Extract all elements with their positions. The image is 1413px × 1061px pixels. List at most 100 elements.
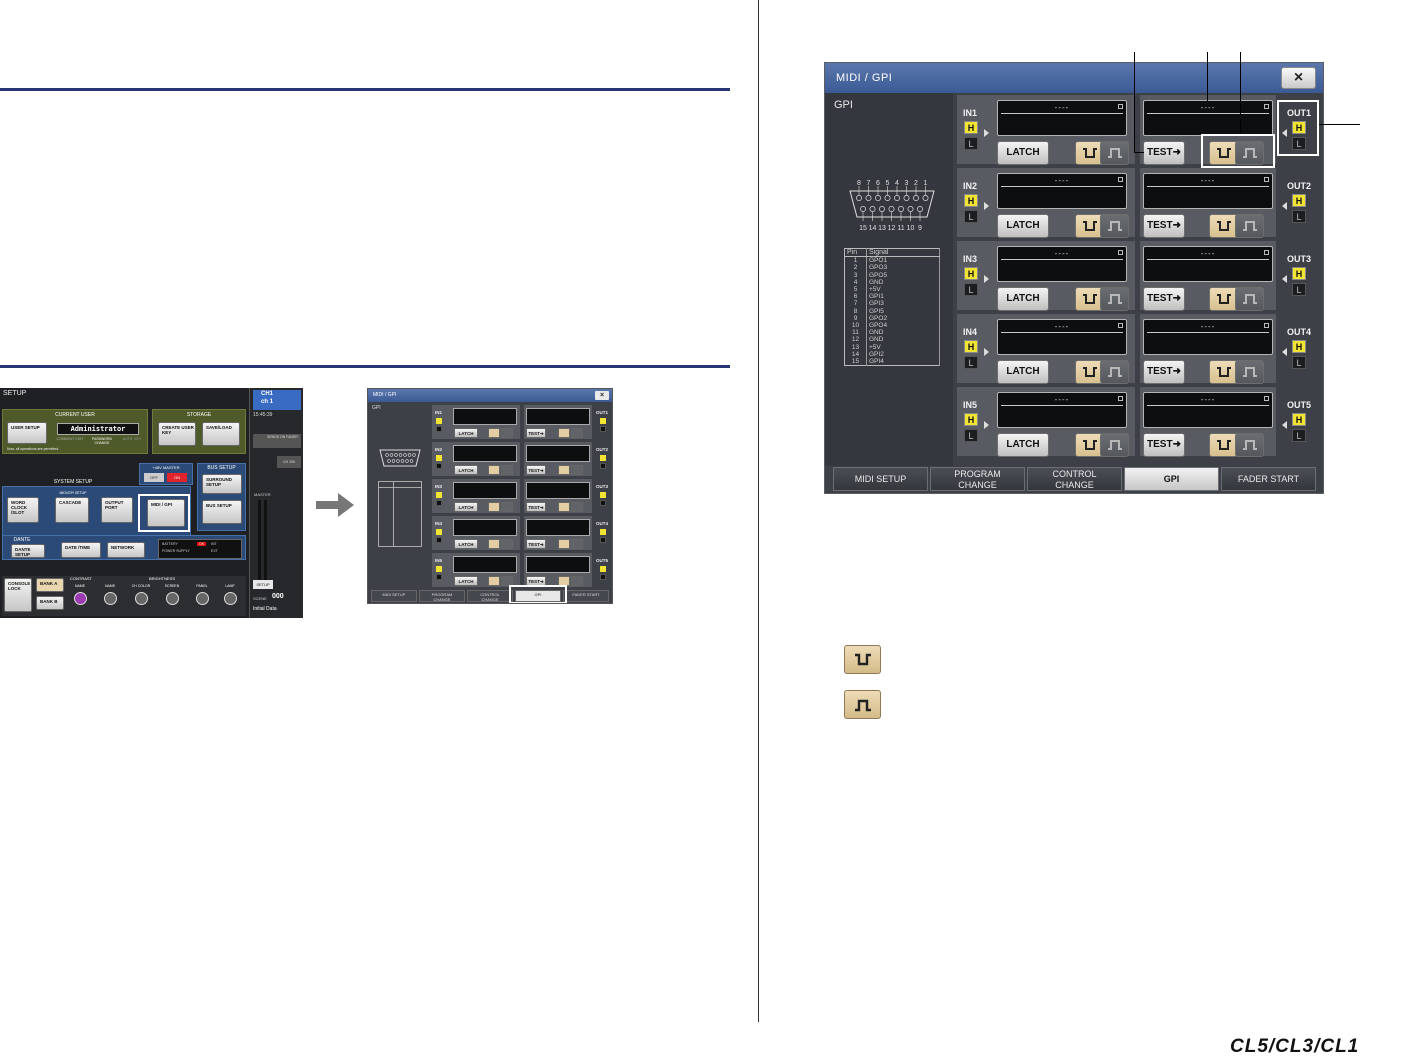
- network-button[interactable]: NETWORK: [107, 542, 145, 558]
- polarity-low-button-icon[interactable]: [1209, 433, 1238, 457]
- latch-button[interactable]: LATCH: [997, 214, 1049, 238]
- password-change-button[interactable]: PASSWORD CHANGE: [87, 437, 117, 445]
- current-user-name: Administrator: [57, 423, 139, 435]
- screen-knob[interactable]: [166, 592, 179, 605]
- bank-b-button[interactable]: BANK B: [36, 596, 64, 610]
- phantom-off-button[interactable]: OFF: [144, 473, 164, 482]
- edit-corner-icon: [1264, 250, 1269, 255]
- test-button[interactable]: TEST➜: [1143, 287, 1185, 311]
- latch-button[interactable]: LATCH: [997, 141, 1049, 165]
- tab-midi-setup[interactable]: MIDI SETUP: [833, 467, 928, 491]
- connector-pin-hole: [860, 206, 866, 212]
- product-logo: CL5/CL3/CL1: [1230, 1036, 1360, 1057]
- pin-table-row: 7 GPI3: [844, 300, 940, 308]
- in-name-field[interactable]: ----: [997, 392, 1127, 428]
- name-brightness-knob[interactable]: [104, 592, 117, 605]
- polarity-high-button-icon[interactable]: [1235, 433, 1264, 457]
- mini-latch-button: LATCH: [454, 576, 478, 586]
- polarity-low-button-icon[interactable]: [1209, 214, 1238, 238]
- system-setup-label: SYSTEM SETUP: [53, 479, 93, 485]
- polarity-low-button-icon[interactable]: [1209, 287, 1238, 311]
- mini-in-name: [453, 556, 517, 573]
- polarity-high-button-icon[interactable]: [1100, 433, 1129, 457]
- polarity-high-button-icon[interactable]: [1235, 214, 1264, 238]
- surround-setup-button[interactable]: SURROUND SETUP: [202, 474, 242, 494]
- bus-setup-button[interactable]: BUS SETUP: [202, 500, 242, 524]
- out-name-field[interactable]: ----: [1143, 392, 1273, 428]
- play-left-icon: [1282, 421, 1287, 429]
- pin-number: 14: [844, 350, 867, 359]
- ch-color-knob[interactable]: [135, 592, 148, 605]
- test-button[interactable]: TEST➜: [1143, 141, 1185, 165]
- latch-button[interactable]: LATCH: [997, 287, 1049, 311]
- polarity-high-button-icon[interactable]: [1100, 287, 1129, 311]
- name-underline: [1001, 186, 1123, 187]
- polarity-high-button-icon[interactable]: [1235, 287, 1264, 311]
- dante-setup-button[interactable]: DANTE SETUP: [11, 544, 45, 558]
- mini-polarity-on-icon: [558, 465, 570, 475]
- date-time-button[interactable]: DATE /TIME: [61, 542, 101, 558]
- mini-out-high: [600, 492, 606, 498]
- in-name-field[interactable]: ----: [997, 319, 1127, 355]
- tab-program[interactable]: PROGRAM CHANGE: [930, 467, 1025, 491]
- tab-control[interactable]: CONTROL CHANGE: [1027, 467, 1122, 491]
- in-high-indicator: H: [964, 267, 978, 280]
- name-underline: [1147, 405, 1269, 406]
- contrast-knob[interactable]: [74, 592, 87, 605]
- tab-label-line2: CHANGE: [1055, 480, 1094, 490]
- mini-out-name: [526, 519, 590, 536]
- polarity-high-button-icon[interactable]: [1100, 360, 1129, 384]
- pin-signal: GPO5: [866, 271, 940, 279]
- tab-fader-start[interactable]: FADER START: [1221, 467, 1316, 491]
- out-name-field[interactable]: ----: [1143, 319, 1273, 355]
- polarity-high-button-icon[interactable]: [1100, 141, 1129, 165]
- latch-button[interactable]: LATCH: [997, 360, 1049, 384]
- in-name-field[interactable]: ----: [997, 246, 1127, 282]
- polarity-high-button-icon[interactable]: [1100, 214, 1129, 238]
- test-button[interactable]: TEST➜: [1143, 214, 1185, 238]
- in-high-indicator: H: [964, 413, 978, 426]
- mini-tab-line2: CHANGE: [433, 597, 451, 602]
- ch-button[interactable]: CH 209: [277, 456, 301, 468]
- callout-line-test: [1134, 52, 1135, 152]
- mini-polarity-off-icon: [571, 539, 583, 549]
- user-setup-button[interactable]: USER SETUP: [7, 422, 47, 444]
- play-left-icon: [1282, 348, 1287, 356]
- bank-a-button[interactable]: BANK A: [36, 578, 64, 592]
- out-name-field[interactable]: ----: [1143, 173, 1273, 209]
- name-underline: [1147, 113, 1269, 114]
- mini-in-high: [436, 529, 442, 535]
- test-button[interactable]: TEST➜: [1143, 433, 1185, 457]
- cascade-button[interactable]: CASCADE: [55, 497, 89, 523]
- save-load-button[interactable]: SAVE/LOAD: [202, 422, 240, 446]
- connector-pin-label: 10: [907, 225, 915, 232]
- word-clock-button[interactable]: WORD CLOCK /SLOT: [7, 497, 39, 523]
- out-name-field[interactable]: ----: [1143, 246, 1273, 282]
- tab-gpi[interactable]: GPI: [1124, 467, 1219, 491]
- auth-key-button[interactable]: AUTH. KEY: [119, 437, 145, 441]
- create-user-key-button[interactable]: CREATE USER KEY: [158, 422, 196, 446]
- pin-table-header-cell: Pin: [844, 248, 867, 258]
- panel-knob[interactable]: [196, 592, 209, 605]
- comment-edit-button[interactable]: COMMENT EDIT: [55, 437, 85, 441]
- out-name-field[interactable]: ----: [1143, 100, 1273, 136]
- tab-label-line1: CONTROL: [1052, 469, 1097, 479]
- output-port-button[interactable]: OUTPUT PORT: [101, 497, 133, 523]
- connector-pin-hole: [894, 195, 900, 201]
- test-button[interactable]: TEST➜: [1143, 360, 1185, 384]
- channel-display[interactable]: CH1 ch 1: [253, 390, 301, 410]
- setup-button[interactable]: SETUP: [253, 580, 273, 589]
- close-icon[interactable]: ×: [1281, 67, 1316, 89]
- in-name-field[interactable]: ----: [997, 173, 1127, 209]
- polarity-low-button-icon[interactable]: [1209, 360, 1238, 384]
- polarity-high-button-icon[interactable]: [1235, 360, 1264, 384]
- in-port-label: IN5: [963, 400, 978, 410]
- mini-close-icon[interactable]: ×: [595, 391, 609, 400]
- phantom-on-button[interactable]: ON: [167, 473, 187, 482]
- sends-on-fader-button[interactable]: SENDS ON FADER: [253, 434, 301, 448]
- latch-button[interactable]: LATCH: [997, 433, 1049, 457]
- mini-out-label: OUT3: [596, 484, 609, 489]
- lamp-knob[interactable]: [224, 592, 237, 605]
- console-lock-button[interactable]: CONSOLE LOCK: [4, 578, 32, 612]
- in-name-field[interactable]: ----: [997, 100, 1127, 136]
